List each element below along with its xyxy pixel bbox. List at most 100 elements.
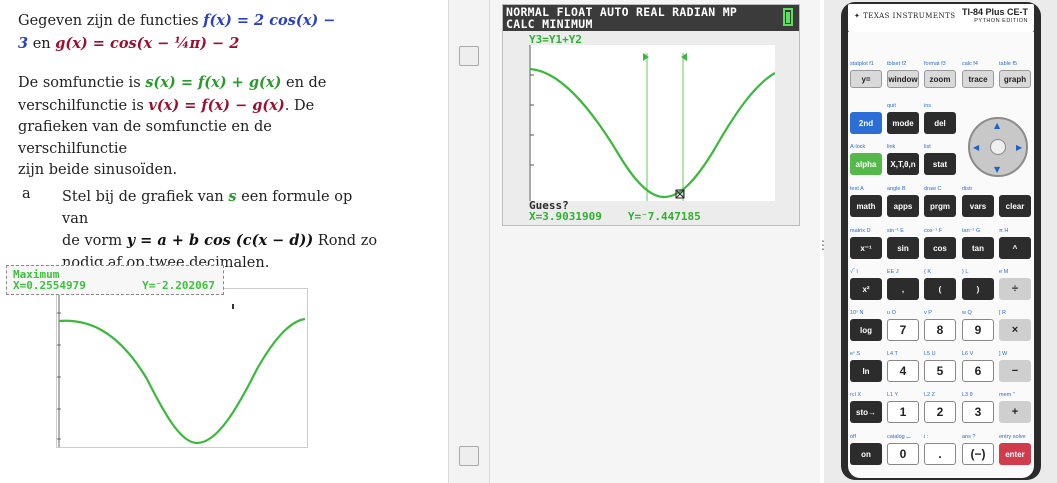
key-prgm[interactable]: prgm — [924, 195, 956, 217]
key-secondary-label: L2 Z — [924, 392, 936, 398]
screen-graph-svg — [529, 45, 776, 201]
intro-text-2: en — [28, 35, 56, 52]
key-log[interactable]: log — [850, 319, 882, 341]
ti-logo: ✦ TEXAS INSTRUMENTS — [854, 12, 956, 20]
key-secondary-label: L4 T — [887, 351, 898, 357]
key-window[interactable]: window — [887, 70, 919, 88]
key-X-T-n[interactable]: X,T,θ,n — [887, 153, 919, 175]
key-1[interactable]: 1 — [887, 401, 919, 423]
key-apps[interactable]: apps — [887, 195, 919, 217]
key-2nd[interactable]: 2nd — [850, 112, 882, 134]
key-sto[interactable]: sto→ — [850, 401, 882, 423]
key-sym5-3[interactable]: ) — [962, 278, 994, 300]
key-9[interactable]: 9 — [962, 319, 994, 341]
mini-graph-curve — [58, 317, 306, 445]
key-secondary-label: sin⁻¹ E — [887, 228, 904, 234]
key-zoom[interactable]: zoom — [924, 70, 956, 88]
key-ln[interactable]: ln — [850, 360, 882, 382]
key-secondary-label: entry solve — [999, 434, 1026, 440]
key-sym4-4[interactable]: ^ — [999, 237, 1031, 259]
key-secondary-label: L3 θ — [962, 392, 973, 398]
key-7[interactable]: 7 — [887, 319, 919, 341]
key-secondary-label: cos⁻¹ F — [924, 228, 943, 234]
key-on[interactable]: on — [850, 443, 882, 465]
screen-header: NORMAL FLOAT AUTO REAL RADIAN MP CALC MI… — [503, 5, 799, 31]
key-sym7-4[interactable]: − — [999, 360, 1031, 382]
key-enter[interactable]: enter — [999, 443, 1031, 465]
key-sin[interactable]: sin — [887, 237, 919, 259]
key-4[interactable]: 4 — [887, 360, 919, 382]
key-secondary-label: ] W — [999, 351, 1008, 357]
key-math[interactable]: math — [850, 195, 882, 217]
screen-calc-line: CALC MINIMUM — [506, 17, 593, 31]
key-secondary-label: ans ? — [962, 434, 976, 440]
key-mode[interactable]: mode — [887, 112, 919, 134]
document-icon[interactable] — [459, 46, 479, 66]
intro-text-1: Gegeven zijn de functies — [18, 13, 204, 29]
key-stat[interactable]: stat — [924, 153, 956, 175]
layout-icon[interactable] — [459, 446, 479, 466]
key-vars[interactable]: vars — [962, 195, 994, 217]
key-secondary-label: table f5 — [999, 61, 1018, 67]
key-8[interactable]: 8 — [924, 319, 956, 341]
ti-model: TI-84 Plus CE-T PYTHON EDITION — [962, 8, 1028, 26]
key-6[interactable]: 6 — [962, 360, 994, 382]
key-sym5-4[interactable]: ÷ — [999, 278, 1031, 300]
task-letter: a — [22, 186, 31, 202]
left-bound-marker — [643, 53, 649, 61]
key-secondary-label: format f3 — [924, 61, 946, 67]
sum-paragraph: De somfunctie is s(x) = f(x) + g(x) en d… — [18, 72, 378, 182]
arrow-pad[interactable]: ▲ ▼ ◀ ▶ — [968, 117, 1028, 177]
key-secondary-label: u O — [887, 310, 896, 316]
calculator-screen: NORMAL FLOAT AUTO REAL RADIAN MP CALC MI… — [502, 4, 800, 226]
arrow-right-icon[interactable]: ▶ — [1016, 143, 1022, 152]
key-secondary-label: A-lock — [850, 144, 866, 150]
key-sym8-4[interactable]: + — [999, 401, 1031, 423]
key-tan[interactable]: tan — [962, 237, 994, 259]
f-formula: f(x) = 2 cos(x) − — [203, 12, 336, 29]
key-secondary-label: rcl X — [850, 392, 861, 398]
sum-text-6: zijn beide sinusoïden. — [18, 162, 178, 178]
key-secondary-label: π H — [999, 228, 1009, 234]
arrow-down-icon[interactable]: ▼ — [994, 165, 1000, 174]
key-secondary-label: } L — [962, 269, 969, 275]
key-y[interactable]: y= — [850, 70, 882, 88]
right-bound-marker — [681, 53, 687, 61]
v-formula: v(x) = f(x) − g(x) — [148, 96, 285, 114]
key-graph[interactable]: graph — [999, 70, 1031, 88]
key-del[interactable]: del — [924, 112, 956, 134]
mini-status-x: X=0.2554979 — [13, 279, 86, 292]
key-secondary-label: L5 U — [924, 351, 936, 357]
arrow-pad-center — [990, 139, 1006, 155]
key-secondary-label: eˣ S — [850, 351, 861, 357]
key-alpha[interactable]: alpha — [850, 153, 882, 175]
key-trace[interactable]: trace — [962, 70, 994, 88]
key-sym5-1[interactable]: , — [887, 278, 919, 300]
key-cos[interactable]: cos — [924, 237, 956, 259]
key-5[interactable]: 5 — [924, 360, 956, 382]
key-secondary-label: off — [850, 434, 857, 440]
g-formula: g(x) = cos(x − ¼π) − 2 — [55, 34, 240, 52]
key-sym6-4[interactable]: × — [999, 319, 1031, 341]
key-clear[interactable]: clear — [999, 195, 1031, 217]
key-sym9-3[interactable]: (−) — [962, 443, 994, 465]
key-secondary-label: angle B — [887, 186, 906, 192]
battery-icon — [783, 8, 793, 26]
key-secondary-label: statplot f1 — [850, 61, 874, 67]
key-x[interactable]: x⁻¹ — [850, 237, 882, 259]
arrow-left-icon[interactable]: ◀ — [973, 143, 979, 152]
key-0[interactable]: 0 — [887, 443, 919, 465]
ti-edition: PYTHON EDITION — [974, 18, 1028, 24]
key-3[interactable]: 3 — [962, 401, 994, 423]
arrow-up-icon[interactable]: ▲ — [994, 121, 1000, 130]
task-text-1: Stel bij de grafiek van — [62, 189, 229, 205]
ti-brand: TEXAS INSTRUMENTS — [863, 12, 956, 20]
key-secondary-label: EE J — [887, 269, 899, 275]
key-sym5-2[interactable]: ( — [924, 278, 956, 300]
key-2[interactable]: 2 — [924, 401, 956, 423]
key-secondary-label: ins — [924, 103, 932, 109]
key-x[interactable]: x² — [850, 278, 882, 300]
key-sym9-2[interactable]: . — [924, 443, 956, 465]
key-secondary-label: matrix D — [850, 228, 871, 234]
screen-graph-curve — [529, 67, 776, 199]
